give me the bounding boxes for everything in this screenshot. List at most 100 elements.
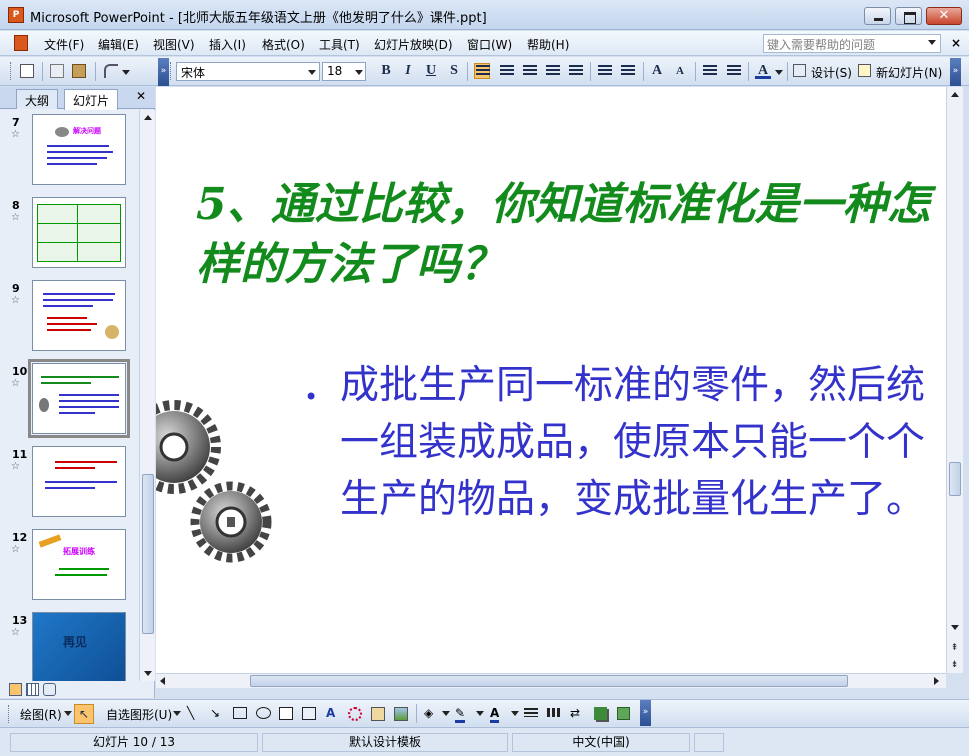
- picture-icon[interactable]: [394, 707, 408, 721]
- fill-color-icon[interactable]: ◈: [424, 706, 433, 720]
- draw-menu-button[interactable]: 绘图(R): [20, 706, 62, 723]
- menu-format[interactable]: 格式(O): [262, 36, 305, 53]
- column-icon[interactable]: [569, 65, 583, 77]
- rectangle-icon[interactable]: [233, 707, 247, 719]
- tab-outline[interactable]: 大纲: [16, 89, 59, 109]
- font-color-icon[interactable]: A: [490, 706, 500, 723]
- decrease-font-icon[interactable]: A: [672, 63, 688, 79]
- menu-tools[interactable]: 工具(T): [319, 36, 360, 53]
- menu-view[interactable]: 视图(V): [153, 36, 195, 53]
- italic-button[interactable]: I: [400, 63, 416, 79]
- help-dropdown-icon[interactable]: [928, 40, 936, 45]
- fill-color-dropdown-icon[interactable]: [442, 711, 450, 716]
- close-document-icon[interactable]: ×: [951, 36, 961, 50]
- bullets-icon[interactable]: [621, 65, 635, 77]
- font-color-icon[interactable]: A: [755, 63, 771, 79]
- align-center-icon[interactable]: [500, 65, 514, 77]
- slide-title[interactable]: 5、通过比较，你知道标准化是一种怎样的方法了吗？: [196, 175, 936, 295]
- scroll-right-icon[interactable]: [934, 677, 939, 685]
- slide-thumbnail-12[interactable]: 12 ☆ 拓展训练: [0, 525, 139, 608]
- previous-slide-icon[interactable]: ⇞: [948, 643, 961, 653]
- line-icon[interactable]: ╲: [187, 706, 194, 720]
- toolbar-options-icon-right[interactable]: »: [950, 58, 961, 86]
- align-right-icon[interactable]: [523, 65, 537, 77]
- decrease-indent-icon[interactable]: [703, 65, 717, 77]
- help-search-input[interactable]: 键入需要帮助的问题: [763, 34, 941, 53]
- slide-thumbnail-13[interactable]: 13 ☆ 再见: [0, 608, 139, 681]
- toolbar-grip[interactable]: [10, 62, 13, 80]
- toolbar-options-icon[interactable]: »: [640, 700, 651, 726]
- slideshow-icon[interactable]: [43, 683, 56, 696]
- menu-edit[interactable]: 编辑(E): [98, 36, 139, 53]
- scroll-down-icon[interactable]: [144, 671, 152, 676]
- clipart-icon[interactable]: [371, 707, 385, 721]
- undo-icon[interactable]: [104, 64, 118, 78]
- close-window-button[interactable]: ✕: [926, 7, 962, 25]
- line-color-dropdown-icon[interactable]: [476, 711, 484, 716]
- slide-scrollbar[interactable]: [946, 87, 963, 673]
- gears-clipart[interactable]: [156, 397, 276, 567]
- toolbar-options-icon[interactable]: »: [158, 58, 169, 86]
- copy-icon[interactable]: [50, 64, 64, 78]
- line-color-icon[interactable]: ✎: [455, 706, 466, 723]
- slide-thumbnail-8[interactable]: 8 ☆: [0, 193, 139, 276]
- oval-icon[interactable]: [256, 707, 271, 719]
- design-button[interactable]: 设计(S): [811, 64, 852, 81]
- autoshapes-button[interactable]: 自选图形(U): [106, 706, 172, 723]
- dash-style-icon[interactable]: [547, 708, 561, 717]
- scroll-left-icon[interactable]: [160, 677, 165, 685]
- font-name-dropdown-icon[interactable]: [308, 70, 316, 75]
- normal-view-icon[interactable]: [9, 683, 22, 696]
- slide-body-text[interactable]: 成批生产同一标准的零件，然后统一组装成成品，使原本只能一个个生产的物品，变成批量…: [340, 357, 930, 528]
- shadow-style-icon[interactable]: [594, 707, 607, 720]
- slide-thumbnail-11[interactable]: 11 ☆: [0, 442, 139, 525]
- font-size-dropdown-icon[interactable]: [355, 70, 363, 75]
- menu-help[interactable]: 帮助(H): [527, 36, 569, 53]
- line-style-icon[interactable]: [524, 708, 538, 717]
- slide-thumbnail-9[interactable]: 9 ☆: [0, 276, 139, 359]
- next-slide-icon[interactable]: ⇟: [948, 660, 961, 670]
- scroll-down-icon[interactable]: [951, 625, 959, 630]
- undo-dropdown-icon[interactable]: [122, 70, 130, 75]
- bold-button[interactable]: B: [378, 63, 394, 79]
- new-slide-button[interactable]: 新幻灯片(N): [876, 64, 942, 81]
- font-name-select[interactable]: 宋体: [176, 62, 320, 81]
- vertical-textbox-icon[interactable]: [302, 707, 316, 720]
- slide-canvas[interactable]: 5、通过比较，你知道标准化是一种怎样的方法了吗？ • 成批生产同一标准的零件，然…: [156, 87, 946, 673]
- scroll-up-icon[interactable]: [951, 92, 959, 97]
- slides-scrollbar[interactable]: [139, 110, 155, 681]
- underline-button[interactable]: U: [423, 63, 439, 79]
- horizontal-scrollbar[interactable]: [156, 673, 946, 688]
- diagram-icon[interactable]: [348, 707, 362, 721]
- scrollbar-thumb[interactable]: [250, 675, 848, 687]
- select-objects-icon[interactable]: ↖: [74, 704, 94, 724]
- scroll-up-icon[interactable]: [144, 115, 152, 120]
- scrollbar-thumb[interactable]: [142, 474, 154, 634]
- tab-slides[interactable]: 幻灯片: [64, 89, 119, 110]
- align-left-button[interactable]: [474, 63, 490, 79]
- new-document-icon[interactable]: [20, 64, 34, 78]
- menu-slideshow[interactable]: 幻灯片放映(D): [374, 36, 453, 53]
- draw-dropdown-icon[interactable]: [64, 711, 72, 716]
- slide-thumbnail-7[interactable]: 7 ☆ 解决问题: [0, 110, 139, 193]
- arrow-icon[interactable]: ↘: [210, 706, 220, 720]
- increase-indent-icon[interactable]: [727, 65, 741, 77]
- font-color-dropdown-icon[interactable]: [775, 70, 783, 75]
- slide-thumbnail-10[interactable]: 10 ☆: [0, 359, 139, 442]
- arrow-style-icon[interactable]: ⇄: [570, 706, 580, 720]
- numbering-icon[interactable]: [598, 65, 612, 77]
- toolbar-grip[interactable]: [170, 62, 173, 80]
- close-panel-icon[interactable]: ✕: [136, 89, 146, 103]
- 3d-style-icon[interactable]: [617, 707, 630, 720]
- maximize-button[interactable]: [895, 7, 922, 25]
- toolbar-grip[interactable]: [8, 705, 11, 723]
- minimize-button[interactable]: [864, 7, 891, 25]
- slide-sorter-icon[interactable]: [26, 683, 39, 696]
- font-color-dropdown-icon[interactable]: [511, 711, 519, 716]
- textbox-icon[interactable]: [279, 707, 293, 720]
- distribute-icon[interactable]: [546, 65, 560, 77]
- scrollbar-thumb[interactable]: [949, 462, 961, 496]
- document-icon[interactable]: [14, 35, 28, 51]
- wordart-icon[interactable]: A: [326, 706, 335, 720]
- shadow-button[interactable]: S: [446, 63, 462, 79]
